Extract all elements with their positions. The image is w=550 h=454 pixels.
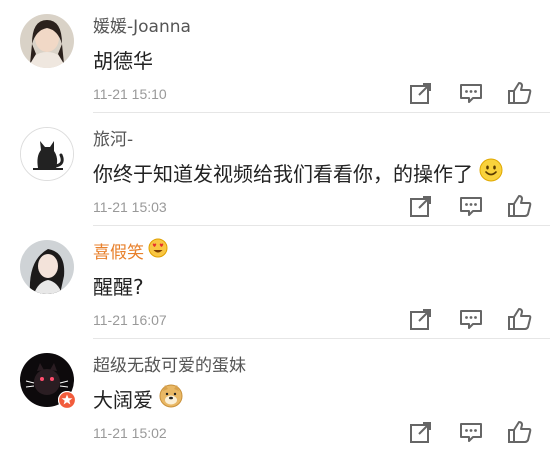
username-label: 喜假笑 [93, 243, 144, 263]
comment-icon[interactable] [458, 306, 484, 332]
user-avatar[interactable] [20, 14, 74, 68]
heart-eyes-emoji-icon [148, 238, 168, 263]
user-avatar[interactable] [20, 127, 74, 181]
comment-username[interactable]: 喜假笑 [93, 238, 168, 263]
avatar-girl-icon [20, 14, 74, 68]
share-icon[interactable] [408, 193, 434, 219]
comment-item: 媛媛-Joanna 胡德华 11-21 15:10 [0, 0, 550, 113]
comment-username[interactable]: 媛媛-Joanna [93, 12, 191, 37]
comment-icon[interactable] [458, 193, 484, 219]
doge-emoji-icon [159, 384, 183, 413]
comment-time: 11-21 15:10 [93, 86, 167, 102]
user-avatar[interactable] [20, 240, 74, 294]
comment-item: 超级无敌可爱的蛋妹 大阔爱 11-21 15:02 [0, 339, 550, 452]
comment-time: 11-21 15:02 [93, 425, 167, 441]
comment-time: 11-21 16:07 [93, 312, 167, 328]
like-icon[interactable] [507, 193, 533, 219]
share-icon[interactable] [408, 80, 434, 106]
smile-emoji-icon [479, 158, 503, 187]
comment-time: 11-21 15:03 [93, 199, 167, 215]
verified-badge-icon [57, 390, 77, 410]
comment-text: 大阔爱 [93, 384, 183, 413]
comment-icon[interactable] [458, 80, 484, 106]
comment-icon[interactable] [458, 419, 484, 445]
share-icon[interactable] [408, 306, 434, 332]
avatar-cat-icon [21, 128, 73, 180]
comment-username[interactable]: 超级无敌可爱的蛋妹 [93, 351, 246, 376]
avatar-girl-icon [20, 240, 74, 294]
comment-item: 旅河- 你终于知道发视频给我们看看你，的操作了 11-21 15:03 [0, 113, 550, 226]
comment-text: 胡德华 [93, 49, 153, 73]
comment-text: 醒醒? [93, 275, 144, 299]
user-avatar[interactable] [20, 353, 77, 410]
like-icon[interactable] [507, 419, 533, 445]
like-icon[interactable] [507, 80, 533, 106]
comment-username[interactable]: 旅河- [93, 125, 133, 150]
comment-item: 喜假笑 醒醒? 11-21 16:07 [0, 226, 550, 339]
comment-text-content: 你终于知道发视频给我们看看你，的操作了 [93, 162, 473, 186]
comment-text-content: 大阔爱 [93, 388, 153, 412]
share-icon[interactable] [408, 419, 434, 445]
like-icon[interactable] [507, 306, 533, 332]
comment-text: 你终于知道发视频给我们看看你，的操作了 [93, 158, 503, 187]
